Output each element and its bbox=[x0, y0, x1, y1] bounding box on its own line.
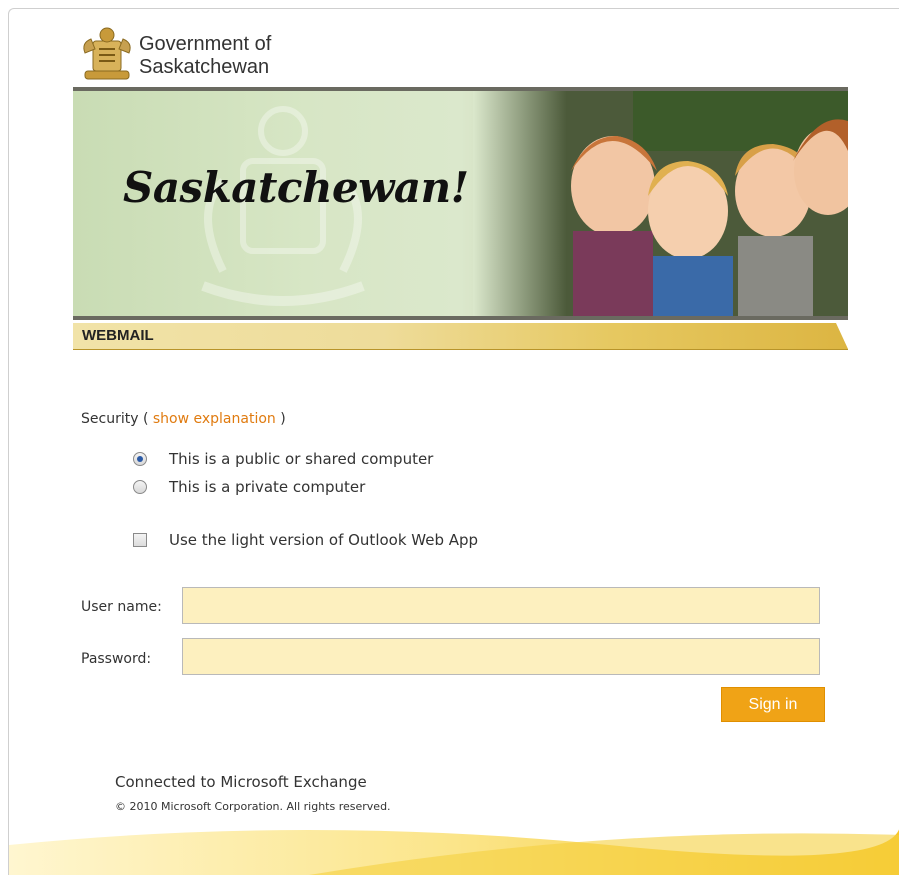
password-label: Password: bbox=[81, 651, 152, 667]
section-bar: WEBMAIL bbox=[73, 323, 848, 350]
password-input[interactable] bbox=[182, 638, 820, 675]
username-input[interactable] bbox=[182, 587, 820, 624]
logo-line-2: Saskatchewan bbox=[139, 56, 270, 78]
banner-title: Saskatchewan! bbox=[123, 163, 469, 212]
public-computer-label: This is a public or shared computer bbox=[169, 450, 434, 468]
light-version-option[interactable]: Use the light version of Outlook Web App bbox=[133, 531, 478, 549]
light-version-label: Use the light version of Outlook Web App bbox=[169, 531, 479, 549]
sign-in-button[interactable]: Sign in bbox=[721, 687, 825, 722]
security-close-paren: ) bbox=[280, 411, 286, 427]
logo-line-1: Government of bbox=[139, 33, 272, 55]
public-computer-radio[interactable] bbox=[133, 452, 147, 466]
coat-of-arms-icon bbox=[83, 27, 131, 80]
light-version-checkbox[interactable] bbox=[133, 533, 147, 547]
username-label: User name: bbox=[81, 599, 162, 615]
children-photo bbox=[473, 91, 848, 316]
connected-text: Connected to Microsoft Exchange bbox=[115, 773, 367, 791]
gov-logo: Government of Saskatchewan bbox=[79, 23, 339, 83]
private-computer-label: This is a private computer bbox=[169, 478, 366, 496]
public-computer-option[interactable]: This is a public or shared computer bbox=[133, 450, 433, 468]
private-computer-option[interactable]: This is a private computer bbox=[133, 478, 365, 496]
security-label: Security ( bbox=[81, 411, 149, 427]
show-explanation-link[interactable]: show explanation bbox=[153, 411, 276, 427]
private-computer-radio[interactable] bbox=[133, 480, 147, 494]
page-frame: Government of Saskatchewan Saskatchewan! bbox=[8, 8, 899, 875]
security-heading: Security ( show explanation ) bbox=[81, 411, 286, 427]
banner: Saskatchewan! bbox=[73, 87, 848, 320]
footer-swoosh bbox=[9, 828, 899, 875]
section-title: WEBMAIL bbox=[82, 327, 154, 344]
